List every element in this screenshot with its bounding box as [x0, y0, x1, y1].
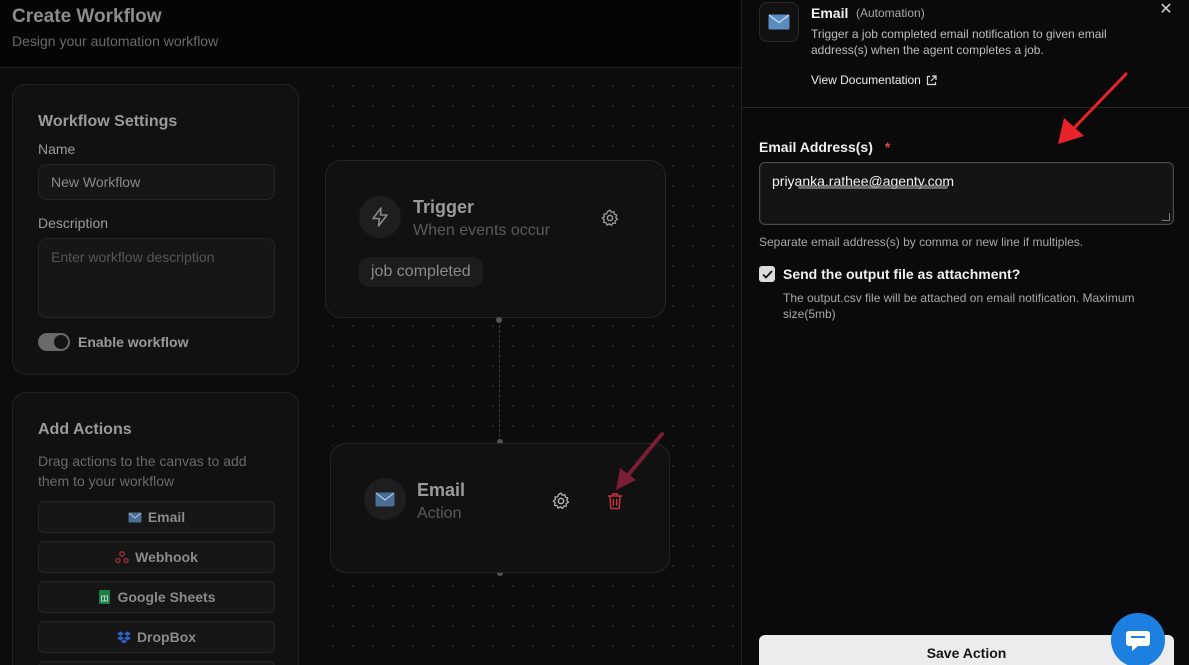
trigger-title: Trigger [413, 197, 475, 217]
envelope-icon [364, 478, 406, 520]
email-node-subtitle: Action [417, 505, 462, 522]
action-more-button[interactable] [38, 661, 275, 665]
node-connector [499, 320, 500, 442]
email-label-text: Email Address(s) [759, 139, 873, 155]
actions-hint: Drag actions to the canvas to add them t… [38, 453, 247, 489]
email-address-label: Email Address(s) * [759, 139, 890, 155]
attachment-hint: The output.csv file will be attached on … [783, 291, 1135, 321]
trigger-subtitle: When events occur [413, 222, 550, 239]
action-dropbox-label: DropBox [136, 629, 197, 645]
email-config-panel: Email (Automation) Trigger a job complet… [741, 0, 1189, 665]
external-link-icon [926, 74, 937, 85]
redaction-scribble [798, 185, 948, 189]
page-subtitle: Design your automation workflow [12, 33, 219, 49]
attachment-label: Send the output file as attachment? [783, 266, 1021, 282]
action-google-sheets-button[interactable]: Google Sheets [38, 581, 275, 613]
trigger-output-handle[interactable] [496, 317, 502, 323]
trigger-node[interactable]: Trigger When events occur job completed [325, 160, 666, 318]
action-google-sheets-label: Google Sheets [117, 589, 216, 605]
chat-support-button[interactable] [1111, 613, 1165, 665]
name-label: Name [38, 141, 76, 157]
panel-title: Email [811, 5, 849, 21]
google-sheets-icon [97, 590, 111, 604]
workflow-settings-card: Workflow Settings Name New Workflow Desc… [12, 84, 299, 375]
email-hint: Separate email address(s) by comma or ne… [759, 235, 1084, 249]
dropbox-icon [116, 630, 131, 644]
chat-icon [1126, 631, 1150, 651]
action-dropbox-button[interactable]: DropBox [38, 621, 275, 653]
resize-grip-icon[interactable] [1162, 213, 1170, 221]
email-action-node[interactable]: Email Action [330, 443, 670, 573]
add-actions-card: Add Actions Drag actions to the canvas t… [12, 392, 299, 665]
action-webhook-button[interactable]: Webhook [38, 541, 275, 573]
action-webhook-label: Webhook [135, 549, 198, 565]
enable-workflow-toggle[interactable] [38, 333, 70, 351]
envelope-icon [759, 2, 799, 42]
doc-link-label: View Documentation [811, 73, 921, 87]
trigger-event-chip[interactable]: job completed [359, 257, 483, 287]
delete-trash-icon[interactable] [605, 491, 625, 511]
trigger-settings-gear-icon[interactable] [600, 208, 620, 228]
name-input[interactable]: New Workflow [38, 164, 275, 200]
attachment-checkbox[interactable] [759, 266, 775, 282]
envelope-icon [128, 510, 142, 524]
enable-workflow-label: Enable workflow [78, 334, 189, 350]
action-email-label: Email [147, 509, 186, 525]
checkmark-icon [761, 269, 773, 279]
lightning-icon [359, 196, 401, 238]
panel-description: Trigger a job completed email notificati… [811, 27, 1107, 57]
email-node-title: Email [417, 480, 466, 500]
settings-title: Workflow Settings [38, 113, 178, 130]
description-label: Description [38, 215, 109, 231]
close-icon[interactable]: ✕ [1158, 2, 1174, 18]
description-input[interactable]: Enter workflow description [38, 238, 275, 318]
actions-title: Add Actions [38, 421, 132, 438]
email-address-input[interactable]: priyanka.rathee@agenty.com [759, 162, 1174, 225]
toggle-knob [54, 335, 68, 349]
panel-tag: (Automation) [856, 6, 925, 20]
required-marker: * [884, 139, 891, 155]
panel-header: Email (Automation) Trigger a job complet… [742, 0, 1189, 108]
email-settings-gear-icon[interactable] [551, 491, 571, 511]
workflow-canvas[interactable] [315, 68, 741, 665]
view-documentation-link[interactable]: View Documentation [811, 73, 937, 87]
action-email-button[interactable]: Email [38, 501, 275, 533]
webhook-icon [115, 550, 129, 564]
workflow-editor: Workflow Settings Name New Workflow Desc… [0, 68, 741, 665]
page-header: Create Workflow Design your automation w… [0, 0, 741, 68]
page-title: Create Workflow [12, 6, 162, 27]
